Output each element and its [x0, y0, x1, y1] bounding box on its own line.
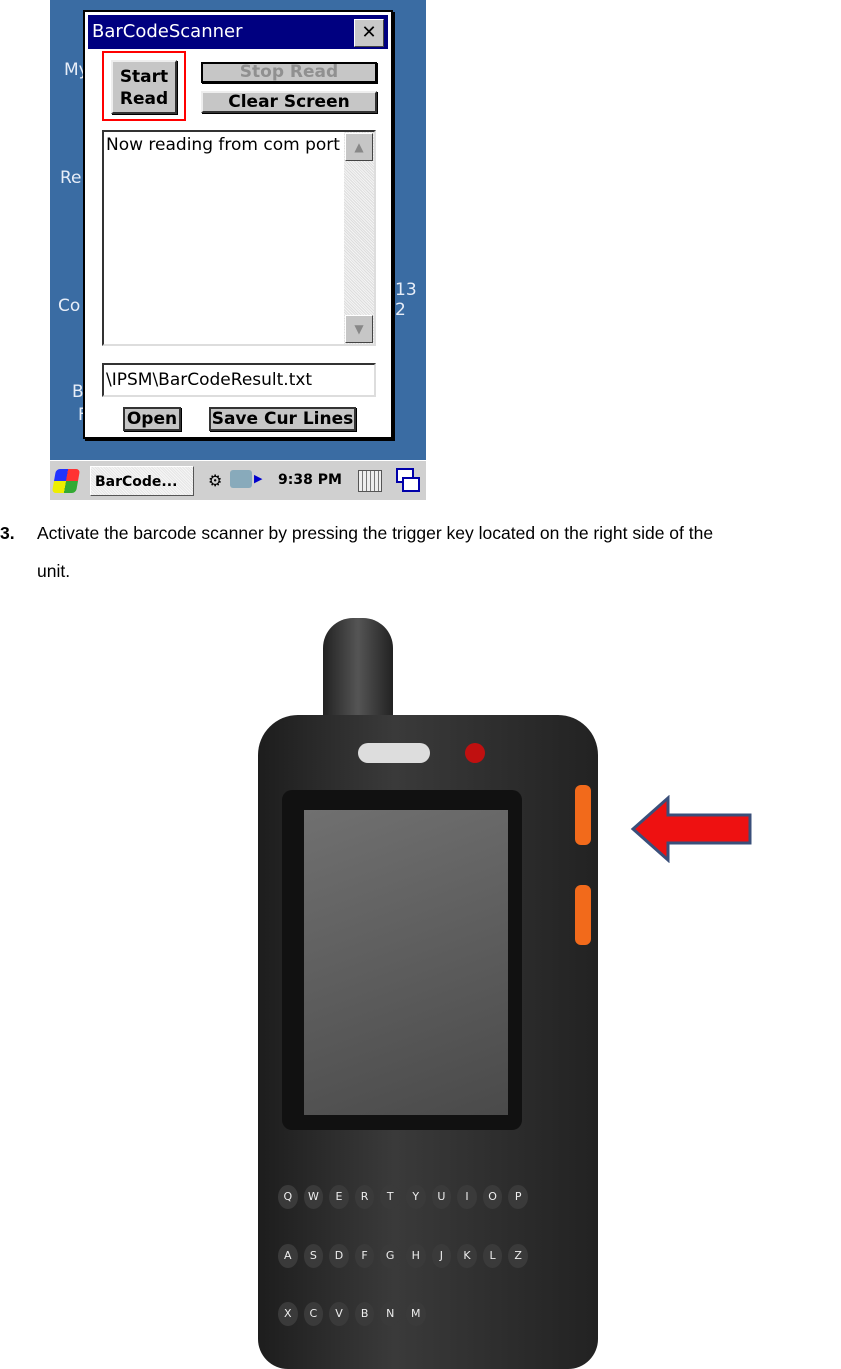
- log-textarea[interactable]: Now reading from com port ▲ ▼: [102, 130, 376, 346]
- trigger-key: [575, 785, 591, 845]
- keypad-key: I: [457, 1185, 477, 1209]
- device-body: QWERTYUIOP ASDFGHJKLZ XCVBNM: [258, 715, 598, 1369]
- keypad-key: Q: [278, 1185, 298, 1209]
- step-text: Activate the barcode scanner by pressing…: [37, 523, 714, 543]
- step-text: unit.: [37, 561, 71, 581]
- side-key: [575, 885, 591, 945]
- network-icon[interactable]: ⚙: [208, 471, 222, 490]
- keypad-key: C: [303, 1302, 324, 1327]
- speaker-icon: [358, 743, 430, 763]
- screen-bezel: [282, 790, 522, 1130]
- vertical-scrollbar[interactable]: ▲ ▼: [344, 132, 374, 344]
- keypad-key: L: [482, 1243, 503, 1268]
- keypad-key: F: [354, 1243, 375, 1268]
- keypad-key: S: [303, 1243, 324, 1268]
- scroll-down-arrow-icon[interactable]: ▼: [345, 315, 373, 343]
- taskbar-app-button[interactable]: BarCode...: [90, 466, 194, 496]
- desktop-icon-label: B: [72, 382, 84, 402]
- keyboard-icon[interactable]: [358, 470, 382, 492]
- desktop-icon-label: 13 2: [395, 280, 417, 320]
- expand-arrow-icon[interactable]: ▶: [254, 472, 262, 485]
- keypad-key: X: [278, 1302, 298, 1327]
- device-photo: QWERTYUIOP ASDFGHJKLZ XCVBNM: [255, 612, 600, 1369]
- device-screen: [304, 810, 508, 1115]
- barcode-scanner-window: BarCodeScanner ✕ Start Read Stop Read Cl…: [83, 10, 393, 439]
- close-button[interactable]: ✕: [354, 19, 384, 47]
- window-title: BarCodeScanner: [92, 21, 243, 42]
- keypad-key: D: [329, 1243, 349, 1268]
- device-antenna: [323, 618, 393, 728]
- keypad-key: K: [457, 1243, 477, 1268]
- keypad-key: V: [329, 1302, 349, 1327]
- desktop-icon-label: Co: [58, 296, 81, 316]
- keypad: QWERTYUIOP ASDFGHJKLZ XCVBNM: [278, 1185, 528, 1355]
- save-cur-lines-button[interactable]: Save Cur Lines: [209, 407, 356, 431]
- keypad-key: Z: [508, 1243, 528, 1268]
- window-title-bar: BarCodeScanner ✕: [88, 15, 388, 49]
- keypad-key: G: [380, 1243, 400, 1268]
- clock[interactable]: 9:38 PM: [278, 472, 342, 488]
- keypad-key: H: [406, 1243, 426, 1268]
- keypad-key: U: [431, 1185, 452, 1209]
- connection-icon[interactable]: [230, 470, 252, 488]
- keypad-key: R: [354, 1185, 375, 1209]
- scroll-up-arrow-icon[interactable]: ▲: [345, 133, 373, 161]
- keypad-key: E: [329, 1185, 349, 1209]
- red-arrow-icon: [630, 795, 752, 863]
- keypad-key: M: [406, 1302, 426, 1327]
- keypad-key: W: [303, 1185, 324, 1209]
- clear-screen-button[interactable]: Clear Screen: [201, 91, 377, 113]
- step-number: 3.: [0, 523, 15, 543]
- screenshot-wince: My Re Co B F 13 2 BarCodeScanner ✕ Start…: [50, 0, 426, 500]
- open-button[interactable]: Open: [123, 407, 181, 431]
- log-text: Now reading from com port: [106, 135, 340, 155]
- taskbar: BarCode... ⚙ ▶ 9:38 PM: [50, 460, 426, 500]
- start-read-label: Read: [119, 89, 169, 109]
- start-windows-logo-icon[interactable]: [51, 469, 81, 493]
- windows-switch-icon[interactable]: [396, 468, 420, 492]
- keypad-key: P: [508, 1185, 528, 1209]
- led-indicator: [465, 743, 485, 763]
- keypad-key: T: [380, 1185, 400, 1209]
- keypad-key: J: [431, 1243, 452, 1268]
- start-read-button[interactable]: Start Read: [111, 60, 177, 114]
- keypad-key: N: [380, 1302, 400, 1327]
- keypad-key: Y: [406, 1185, 426, 1209]
- keypad-key: B: [354, 1302, 375, 1327]
- desktop-icon-label: Re: [60, 168, 82, 188]
- file-path-input[interactable]: \IPSM\BarCodeResult.txt: [102, 363, 376, 397]
- keypad-key: A: [278, 1243, 298, 1268]
- keypad-key: O: [482, 1185, 503, 1209]
- stop-read-button[interactable]: Stop Read: [201, 62, 377, 83]
- start-read-label: Start: [119, 67, 169, 87]
